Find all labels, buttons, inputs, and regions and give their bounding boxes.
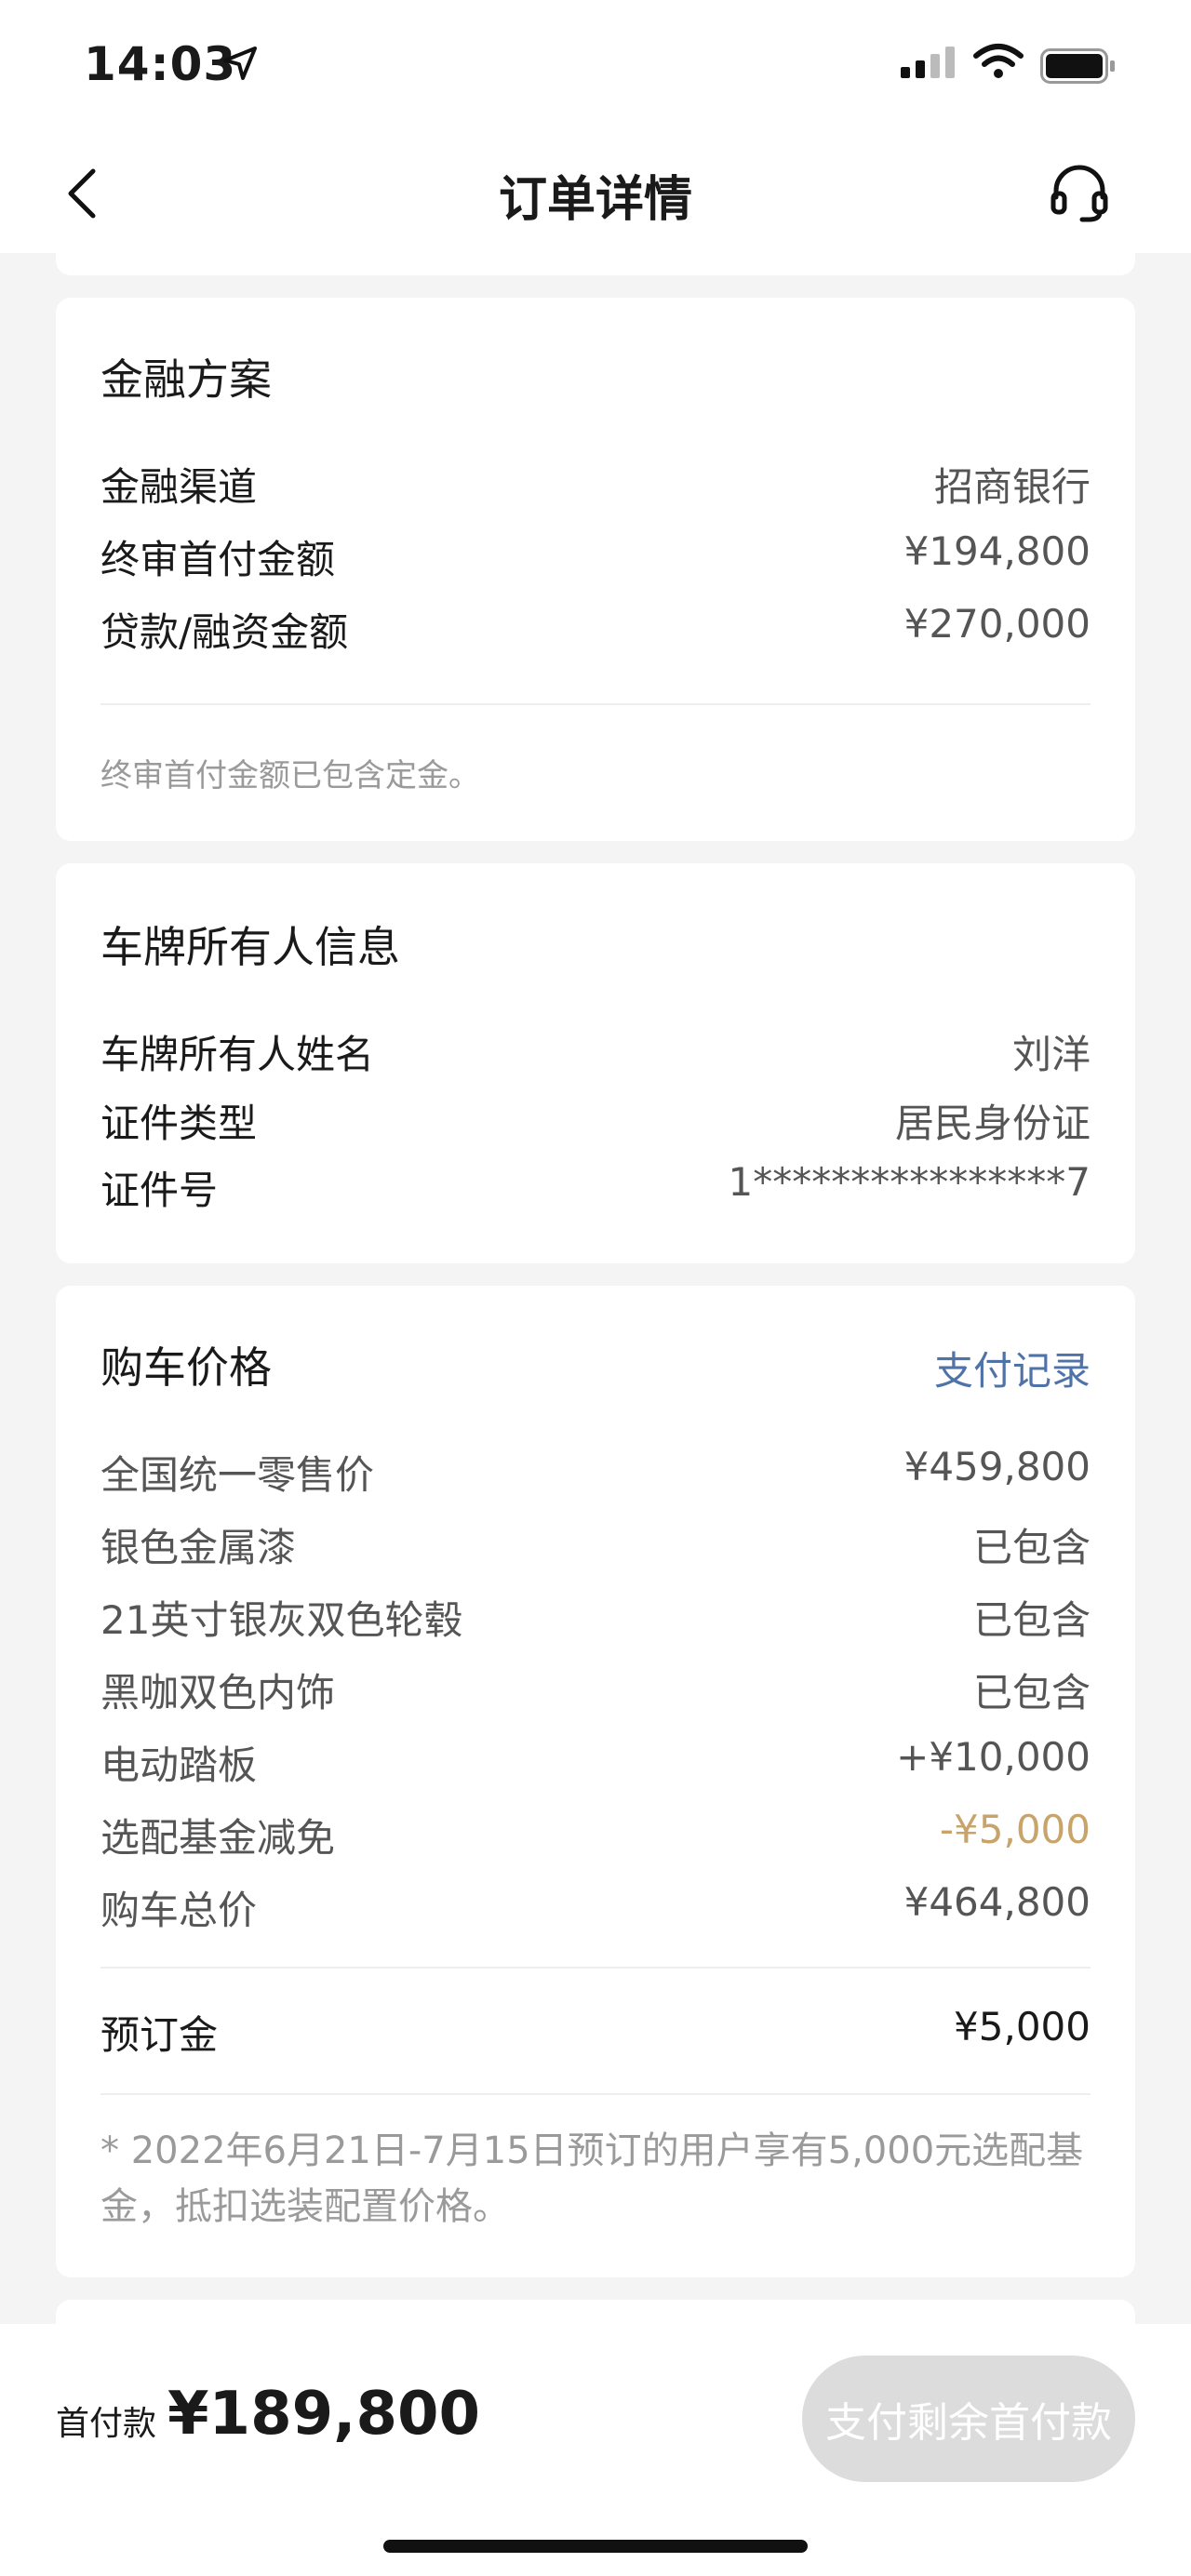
row-label: 全国统一零售价 bbox=[100, 1452, 375, 1498]
row-value: 1****************7 bbox=[728, 1159, 1091, 1205]
nav-bar: 订单详情 bbox=[0, 140, 1191, 253]
location-arrow-icon bbox=[223, 47, 257, 80]
row-value: 已包含 bbox=[972, 1670, 1091, 1715]
divider bbox=[100, 2093, 1091, 2095]
owner-card: 车牌所有人信息 车牌所有人姓名 刘洋 证件类型 居民身份证 证件号 1*****… bbox=[56, 863, 1135, 1263]
down-payment-amount: ¥189,800 bbox=[167, 2380, 481, 2449]
row-label: 银色金属漆 bbox=[100, 1525, 297, 1570]
row-value: ¥5,000 bbox=[954, 2004, 1091, 2049]
row-label: 21英寸银灰双色轮毂 bbox=[100, 1597, 463, 1643]
row-value: ¥270,000 bbox=[903, 601, 1091, 647]
row-label: 预订金 bbox=[100, 2012, 219, 2058]
row-label: 选配基金减免 bbox=[100, 1815, 336, 1861]
deposit-row: 预订金 ¥5,000 bbox=[100, 2004, 1091, 2060]
home-indicator bbox=[383, 2540, 808, 2553]
owner-row: 证件类型 居民身份证 bbox=[100, 1092, 1091, 1148]
finance-row: 终审首付金额 ¥194,800 bbox=[100, 528, 1091, 584]
row-label: 终审首付金额 bbox=[100, 537, 336, 582]
row-value: 已包含 bbox=[972, 1597, 1091, 1643]
row-value-discount: -¥5,000 bbox=[939, 1807, 1091, 1852]
finance-note: 终审首付金额已包含定金。 bbox=[100, 757, 480, 794]
customer-service-button[interactable] bbox=[1047, 160, 1112, 225]
price-row: 黑咖双色内饰 已包含 bbox=[100, 1662, 1091, 1717]
finance-title: 金融方案 bbox=[100, 354, 272, 405]
page-title: 订单详情 bbox=[498, 172, 692, 228]
price-row: 电动踏板 +¥10,000 bbox=[100, 1734, 1091, 1790]
price-row-discount: 选配基金减免 -¥5,000 bbox=[100, 1807, 1091, 1862]
price-title: 购车价格 bbox=[100, 1342, 272, 1393]
price-row: 21英寸银灰双色轮毂 已包含 bbox=[100, 1589, 1091, 1645]
row-value: 刘洋 bbox=[1011, 1032, 1091, 1077]
row-value: 招商银行 bbox=[933, 464, 1091, 510]
price-row: 全国统一零售价 ¥459,800 bbox=[100, 1444, 1091, 1500]
previous-card-edge bbox=[56, 253, 1135, 275]
row-label: 证件号 bbox=[100, 1168, 219, 1213]
payment-records-link[interactable]: 支付记录 bbox=[934, 1340, 1091, 1396]
row-value: ¥464,800 bbox=[903, 1879, 1091, 1925]
wifi-icon bbox=[973, 44, 1024, 78]
price-note: * 2022年6月21日-7月15日预订的用户享有5,000元选配基金，抵扣选装… bbox=[100, 2129, 1084, 2228]
row-label: 黑咖双色内饰 bbox=[100, 1670, 336, 1715]
row-label: 金融渠道 bbox=[100, 464, 258, 510]
divider bbox=[100, 703, 1091, 705]
row-label: 贷款/融资金额 bbox=[100, 609, 349, 655]
battery-icon bbox=[1040, 48, 1115, 84]
bottom-bar: 首付款 ¥189,800 支付剩余首付款 bbox=[0, 2324, 1191, 2576]
row-label: 车牌所有人姓名 bbox=[100, 1032, 375, 1077]
row-label: 证件类型 bbox=[100, 1101, 258, 1146]
row-value: 居民身份证 bbox=[894, 1101, 1091, 1146]
row-value: +¥10,000 bbox=[896, 1734, 1091, 1780]
status-time: 14:03 bbox=[84, 37, 237, 91]
divider bbox=[100, 1967, 1091, 1969]
row-value: 已包含 bbox=[972, 1525, 1091, 1570]
row-label: 电动踏板 bbox=[100, 1742, 258, 1788]
status-bar: 14:03 bbox=[0, 0, 1191, 140]
finance-row: 金融渠道 招商银行 bbox=[100, 456, 1091, 512]
down-payment-label: 首付款 bbox=[56, 2405, 157, 2443]
row-label: 购车总价 bbox=[100, 1888, 258, 1933]
finance-row: 贷款/融资金额 ¥270,000 bbox=[100, 601, 1091, 657]
pay-remaining-button[interactable]: 支付剩余首付款 bbox=[802, 2356, 1135, 2482]
price-row-total: 购车总价 ¥464,800 bbox=[100, 1879, 1091, 1935]
price-card: 购车价格 支付记录 全国统一零售价 ¥459,800 银色金属漆 已包含 21英… bbox=[56, 1286, 1135, 2277]
owner-row: 车牌所有人姓名 刘洋 bbox=[100, 1023, 1091, 1079]
price-row: 银色金属漆 已包含 bbox=[100, 1516, 1091, 1572]
row-value: ¥194,800 bbox=[903, 528, 1091, 574]
row-value: ¥459,800 bbox=[903, 1444, 1091, 1489]
cellular-signal-icon bbox=[901, 47, 955, 78]
owner-title: 车牌所有人信息 bbox=[100, 922, 400, 972]
owner-row: 证件号 1****************7 bbox=[100, 1159, 1091, 1215]
finance-card: 金融方案 金融渠道 招商银行 终审首付金额 ¥194,800 贷款/融资金额 ¥… bbox=[56, 298, 1135, 841]
headset-icon bbox=[1050, 165, 1108, 222]
